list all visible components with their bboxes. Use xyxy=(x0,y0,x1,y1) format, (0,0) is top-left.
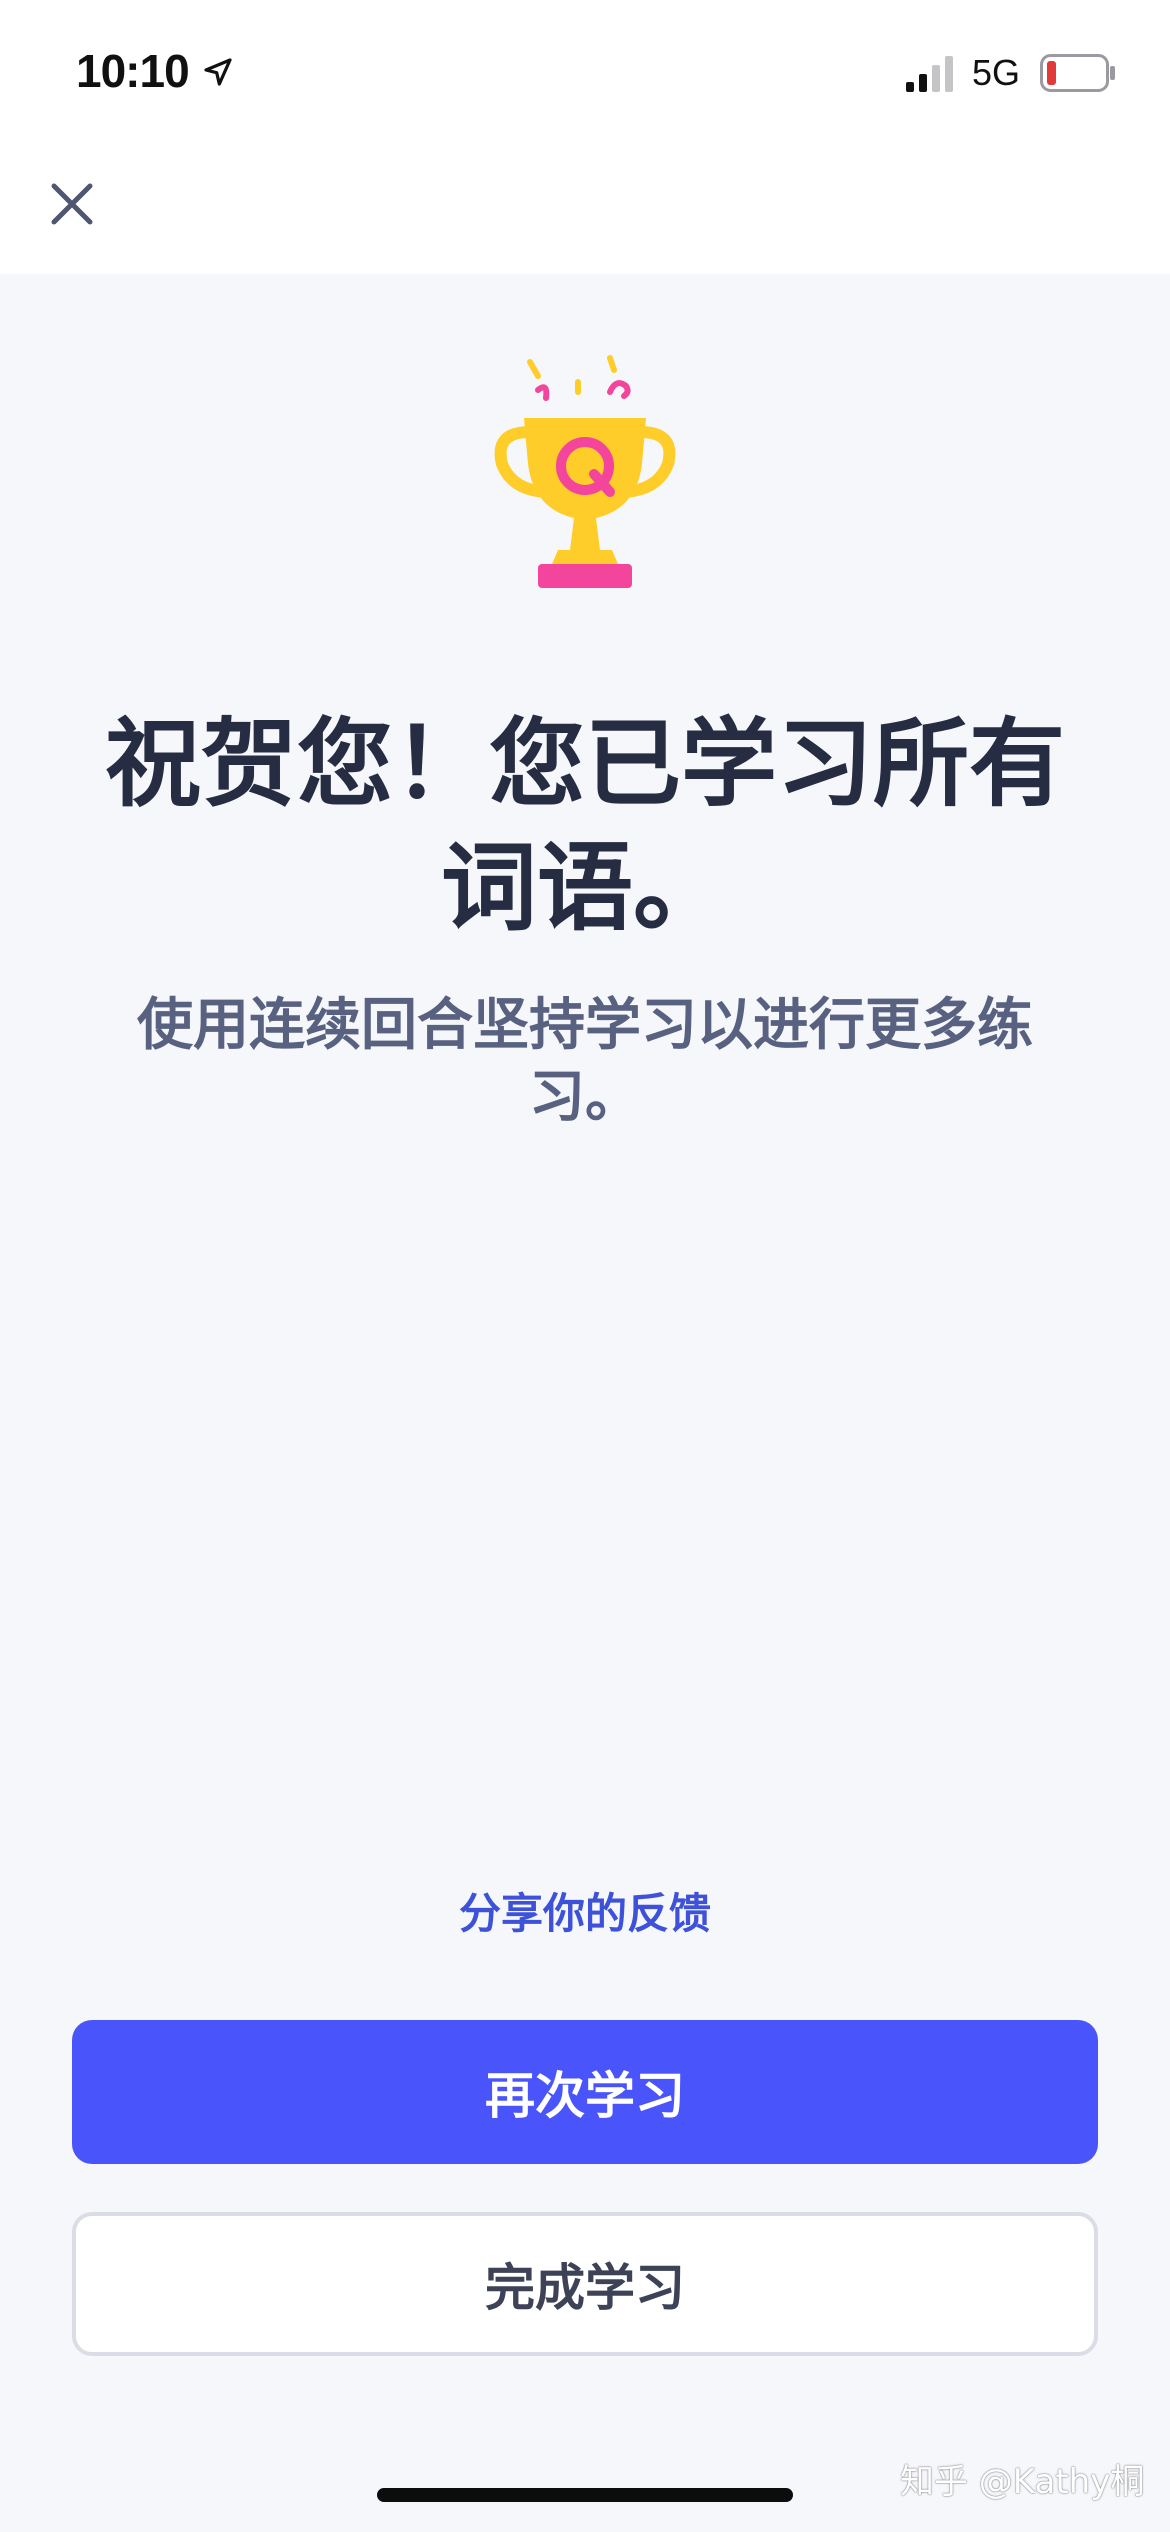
study-again-button[interactable]: 再次学习 xyxy=(72,2020,1098,2164)
location-arrow-icon xyxy=(204,58,232,86)
watermark-text: 知乎 @Kathy桐 xyxy=(900,2462,1145,2502)
top-nav-bar xyxy=(0,150,1170,274)
status-bar: 10:10 5G xyxy=(0,0,1170,150)
close-icon[interactable] xyxy=(48,180,96,228)
trophy-icon xyxy=(494,355,676,588)
status-time: 10:10 xyxy=(76,45,190,97)
battery-icon xyxy=(1040,54,1115,92)
signal-strength-icon xyxy=(906,56,953,92)
completion-headline: 祝贺您！您已学习所有词语。 xyxy=(105,708,1065,944)
completion-subtitle: 使用连续回合坚持学习以进行更多练习。 xyxy=(137,993,1033,1130)
share-feedback-link[interactable]: 分享你的反馈 xyxy=(385,1880,785,1941)
home-indicator[interactable] xyxy=(377,2488,793,2502)
network-type: 5G xyxy=(972,52,1021,93)
finish-study-button[interactable]: 完成学习 xyxy=(72,2212,1098,2356)
